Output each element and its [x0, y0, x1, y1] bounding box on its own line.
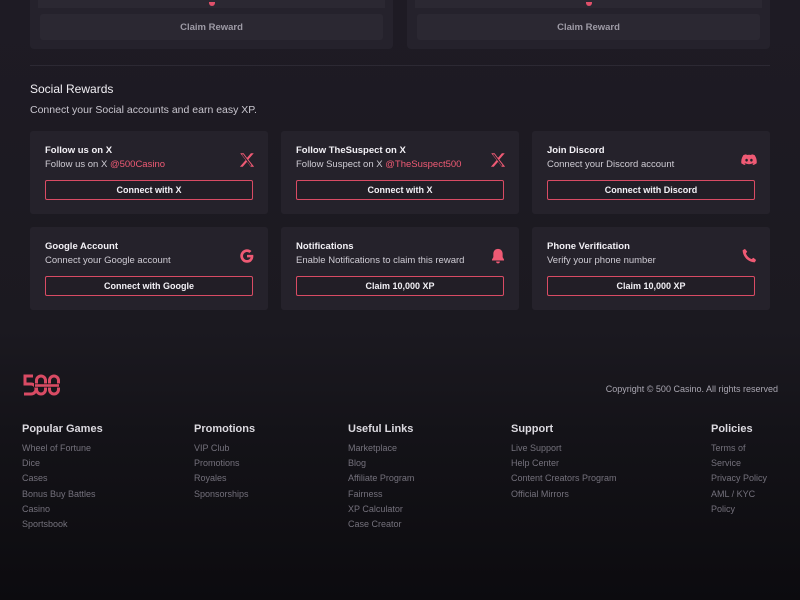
footer-link[interactable]: Fairness — [348, 487, 414, 502]
social-card-phone: Phone Verification Verify your phone num… — [532, 227, 770, 310]
footer-link[interactable]: Official Mirrors — [511, 487, 617, 502]
connect-google-button[interactable]: Connect with Google — [45, 276, 253, 296]
footer-link[interactable]: Sponsorships — [194, 487, 255, 502]
reward-card: Claim Reward — [407, 0, 770, 49]
footer-link[interactable]: Privacy Policy — [711, 471, 778, 486]
coin-icon — [208, 2, 215, 6]
footer-column-useful-links: Useful Links Marketplace Blog Affiliate … — [348, 423, 414, 532]
card-title: Google Account — [45, 241, 119, 252]
footer-column-title: Popular Games — [22, 423, 103, 435]
footer-column-popular-games: Popular Games Wheel of Fortune Dice Case… — [22, 423, 103, 532]
footer-link[interactable]: Promotions — [194, 456, 255, 471]
footer-column-support: Support Live Support Help Center Content… — [511, 423, 617, 502]
social-card-x-thesuspect: Follow TheSuspect on X Follow Suspect on… — [281, 131, 519, 214]
footer-link[interactable]: Royales — [194, 471, 255, 486]
footer-link[interactable]: Dice — [22, 456, 103, 471]
copyright-text: Copyright © 500 Casino. All rights reser… — [605, 384, 778, 394]
card-description: Connect your Google account — [45, 255, 171, 266]
connect-x-button[interactable]: Connect with X — [296, 180, 504, 200]
card-description: Verify your phone number — [547, 255, 656, 266]
card-desc-text: Follow Suspect on X — [296, 159, 386, 170]
footer-column-title: Support — [511, 423, 554, 435]
social-card-google: Google Account Connect your Google accou… — [30, 227, 268, 310]
social-card-notifications: Notifications Enable Notifications to cl… — [281, 227, 519, 310]
coin-icon — [585, 2, 592, 6]
reward-amount — [415, 0, 762, 8]
claim-notifications-xp-button[interactable]: Claim 10,000 XP — [296, 276, 504, 296]
footer-link[interactable]: VIP Club — [194, 441, 255, 456]
footer-link[interactable]: Terms of Service — [711, 441, 778, 471]
card-title: Follow us on X — [45, 145, 113, 156]
card-title: Notifications — [296, 241, 354, 252]
footer-link[interactable]: Marketplace — [348, 441, 414, 456]
footer-column-title: Useful Links — [348, 423, 414, 435]
social-rewards-grid: Follow us on X Follow us on X @500Casino… — [30, 131, 770, 310]
x-handle-link[interactable]: @TheSuspect500 — [385, 159, 461, 170]
phone-icon — [740, 247, 758, 265]
footer-link[interactable]: Live Support — [511, 441, 617, 456]
reward-card: Claim Reward — [30, 0, 393, 49]
footer-link[interactable]: Cases — [22, 471, 103, 486]
card-title: Phone Verification — [547, 241, 630, 252]
x-logo-icon — [238, 151, 256, 169]
google-icon — [238, 247, 256, 265]
footer-link[interactable]: Affiliate Program — [348, 471, 414, 486]
footer-link[interactable]: Sportsbook — [22, 517, 103, 532]
card-description: Follow Suspect on X @TheSuspect500 — [296, 159, 504, 170]
footer-link[interactable]: Content Creators Program — [511, 471, 617, 486]
card-description: Connect your Discord account — [547, 159, 675, 170]
bell-icon — [489, 247, 507, 265]
social-card-x-500casino: Follow us on X Follow us on X @500Casino… — [30, 131, 268, 214]
section-title: Social Rewards — [30, 82, 114, 96]
top-reward-cards: Claim Reward Claim Reward — [30, 0, 770, 49]
footer-column-promotions: Promotions VIP Club Promotions Royales S… — [194, 423, 255, 502]
claim-reward-button[interactable]: Claim Reward — [417, 14, 760, 40]
reward-amount — [38, 0, 385, 8]
footer-link[interactable]: Casino — [22, 502, 103, 517]
footer-link[interactable]: Wheel of Fortune — [22, 441, 103, 456]
footer-link[interactable]: AML / KYC Policy — [711, 487, 778, 517]
connect-discord-button[interactable]: Connect with Discord — [547, 180, 755, 200]
card-desc-text: Follow us on X — [45, 159, 110, 170]
footer-column-title: Policies — [711, 423, 753, 435]
x-logo-icon — [489, 151, 507, 169]
x-handle-link[interactable]: @500Casino — [110, 159, 165, 170]
card-title: Join Discord — [547, 145, 605, 156]
footer-link[interactable]: Blog — [348, 456, 414, 471]
footer-link[interactable]: Case Creator — [348, 517, 414, 532]
discord-icon — [740, 151, 758, 169]
section-subtitle: Connect your Social accounts and earn ea… — [30, 104, 257, 116]
card-title: Follow TheSuspect on X — [296, 145, 406, 156]
footer-link[interactable]: XP Calculator — [348, 502, 414, 517]
claim-reward-button[interactable]: Claim Reward — [40, 14, 383, 40]
card-description: Follow us on X @500Casino — [45, 159, 253, 170]
casino-logo[interactable] — [22, 372, 62, 402]
section-divider — [30, 65, 770, 66]
footer-link[interactable]: Help Center — [511, 456, 617, 471]
claim-phone-xp-button[interactable]: Claim 10,000 XP — [547, 276, 755, 296]
footer-column-title: Promotions — [194, 423, 256, 435]
connect-x-button[interactable]: Connect with X — [45, 180, 253, 200]
card-description: Enable Notifications to claim this rewar… — [296, 255, 465, 266]
footer-column-policies: Policies Terms of Service Privacy Policy… — [711, 423, 778, 517]
social-card-discord: Join Discord Connect your Discord accoun… — [532, 131, 770, 214]
footer-link[interactable]: Bonus Buy Battles — [22, 487, 103, 502]
